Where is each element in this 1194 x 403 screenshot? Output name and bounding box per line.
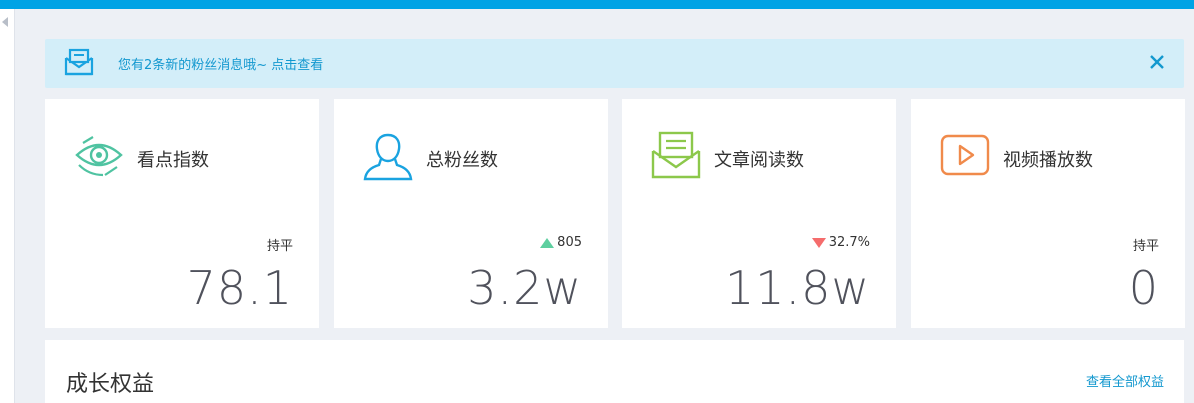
eye-icon <box>75 136 123 177</box>
card-value: 11.8w <box>724 261 870 315</box>
card-value: 78.1 <box>186 261 293 315</box>
close-icon[interactable] <box>1148 53 1166 71</box>
trend-label: 32.7% <box>828 235 870 250</box>
card-title: 文章阅读数 <box>714 150 804 171</box>
card-value: 3.2w <box>467 261 582 315</box>
trend-indicator: 持平 <box>1133 235 1159 254</box>
trend-down-icon <box>811 237 826 248</box>
trend-indicator: 持平 <box>267 235 293 254</box>
notification-banner[interactable]: 您有2条新的粉丝消息哦~ 点击查看 <box>45 39 1184 88</box>
mail-icon <box>64 48 94 76</box>
sidebar-toggle-arrow-icon[interactable] <box>2 17 8 27</box>
trend-label: 持平 <box>266 239 293 254</box>
growth-benefits-section: 成长权益 查看全部权益 <box>45 340 1184 403</box>
sidebar-collapsed <box>0 9 15 403</box>
card-title: 视频播放数 <box>1003 150 1093 171</box>
stat-card-video-plays[interactable]: 视频播放数 持平 0 <box>911 99 1185 328</box>
trend-label: 805 <box>557 235 582 250</box>
trend-indicator: 32.7% <box>811 235 870 250</box>
trend-indicator: 805 <box>540 235 582 250</box>
card-title: 看点指数 <box>137 150 209 171</box>
trend-up-icon <box>540 237 555 248</box>
section-title: 成长权益 <box>66 372 155 397</box>
play-icon <box>940 134 990 176</box>
stat-card-fans[interactable]: 总粉丝数 805 3.2w <box>334 99 608 328</box>
user-icon <box>363 133 413 181</box>
stat-card-article-reads[interactable]: 文章阅读数 32.7% 11.8w <box>622 99 896 328</box>
card-title: 总粉丝数 <box>426 150 498 171</box>
notification-message-link[interactable]: 您有2条新的粉丝消息哦~ 点击查看 <box>118 54 323 73</box>
envelope-icon <box>651 131 701 179</box>
view-all-benefits-link[interactable]: 查看全部权益 <box>1086 371 1164 390</box>
top-bar <box>0 0 1194 9</box>
trend-label: 持平 <box>1132 239 1159 254</box>
stat-card-index[interactable]: 看点指数 持平 78.1 <box>45 99 319 328</box>
card-value: 0 <box>1128 261 1159 315</box>
